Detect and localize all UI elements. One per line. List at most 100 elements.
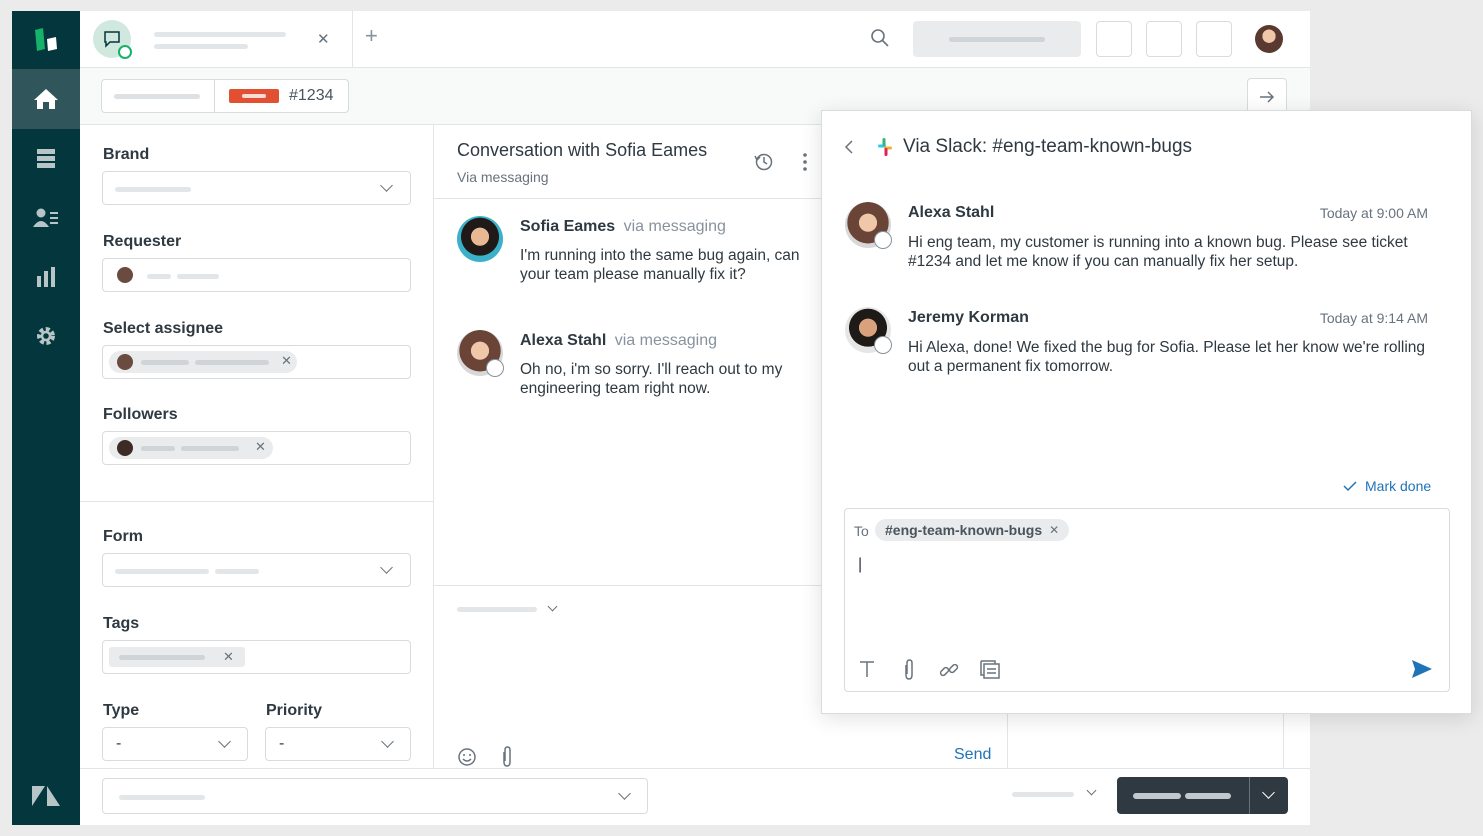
conversation-title: Conversation with Sofia Eames — [457, 140, 708, 160]
message-author: Alexa Stahl — [520, 332, 607, 349]
requester-label: Requester — [103, 233, 182, 250]
type-select[interactable]: - — [102, 727, 248, 761]
avatar[interactable] — [1255, 25, 1283, 53]
chevron-down-icon — [218, 735, 231, 748]
chevron-down-icon — [380, 561, 393, 574]
slack-icon — [874, 336, 892, 354]
close-tab-select[interactable] — [1012, 785, 1102, 801]
avatar — [117, 267, 133, 283]
message-text: I'm running into the same bug again, can… — [520, 247, 800, 283]
plus-icon[interactable]: + — [365, 25, 378, 47]
zendesk-logo-icon[interactable] — [12, 20, 80, 60]
reporting-icon[interactable] — [12, 257, 80, 297]
message-via: via messaging — [623, 218, 726, 235]
divider — [80, 501, 433, 502]
attachment-icon[interactable] — [902, 659, 916, 686]
tags-label: Tags — [103, 615, 140, 632]
mark-done-button[interactable]: Mark done — [1342, 476, 1431, 496]
ticket-id[interactable]: #1234 — [289, 87, 334, 105]
zendesk-z-icon[interactable] — [12, 776, 80, 816]
chevron-left-icon[interactable] — [844, 139, 854, 160]
brand-select[interactable] — [102, 171, 411, 205]
requester-field[interactable] — [102, 258, 411, 292]
notifications-button[interactable] — [1146, 21, 1182, 57]
agent-badge-icon — [486, 359, 504, 377]
message-author: Alexa Stahl — [908, 204, 995, 221]
chevron-down-icon[interactable] — [1262, 786, 1275, 799]
slack-icon — [875, 137, 895, 162]
panel-title: Via Slack: #eng-team-known-bugs — [903, 136, 1193, 157]
message-author: Jeremy Korman — [908, 309, 1029, 326]
tag-chip[interactable]: ✕ — [109, 647, 245, 667]
close-icon[interactable]: ✕ — [1049, 523, 1059, 537]
message-text: Oh no, i'm so sorry. I'll reach out to m… — [520, 361, 783, 397]
message-timestamp: Today at 9:00 AM — [1319, 205, 1428, 221]
nav-item-home[interactable] — [12, 69, 80, 129]
conversation-subtitle: Via messaging — [457, 169, 549, 185]
chevron-down-icon — [547, 601, 558, 612]
channel-selector[interactable] — [457, 601, 567, 618]
message-text: Hi Alexa, done! We fixed the bug for Sof… — [908, 339, 1426, 375]
message-item: Alexa Stahl via messaging Oh no, i'm so … — [520, 332, 810, 398]
checkmark-icon — [1343, 481, 1357, 492]
chevron-down-icon — [380, 179, 393, 192]
message-via: via messaging — [614, 332, 717, 349]
search-field[interactable] — [913, 21, 1081, 57]
more-vertical-icon[interactable] — [802, 152, 808, 177]
reply-composer[interactable]: To #eng-team-known-bugs ✕ | — [844, 508, 1450, 692]
ticket-properties: Brand Requester Select assignee ✕ Follow… — [80, 125, 434, 768]
priority-label: Priority — [266, 702, 323, 719]
ticket-tab[interactable]: ✕ — [80, 11, 353, 67]
to-label: To — [854, 523, 869, 539]
followers-field[interactable]: ✕ — [102, 431, 411, 465]
divider — [1283, 711, 1284, 768]
customers-icon[interactable] — [12, 198, 80, 238]
type-value: - — [116, 735, 122, 752]
message-author: Sofia Eames — [520, 218, 616, 235]
search-icon[interactable] — [870, 28, 890, 53]
priority-select[interactable]: - — [265, 727, 411, 761]
close-icon[interactable]: ✕ — [281, 354, 292, 367]
views-icon[interactable] — [12, 138, 80, 178]
assignee-field[interactable]: ✕ — [102, 345, 411, 379]
template-icon[interactable] — [980, 660, 1000, 685]
assignee-label: Select assignee — [103, 320, 224, 337]
tags-field[interactable]: ✕ — [102, 640, 411, 674]
submit-button[interactable] — [1117, 777, 1288, 814]
chevron-down-icon — [618, 787, 631, 800]
mark-done-label: Mark done — [1365, 478, 1432, 494]
macro-select[interactable] — [102, 778, 648, 814]
agent-badge-icon — [874, 231, 892, 249]
arrow-right-icon[interactable] — [1247, 78, 1287, 114]
chat-icon — [93, 20, 132, 59]
chevron-down-icon — [1086, 785, 1097, 796]
avatar — [117, 354, 133, 370]
history-icon[interactable] — [754, 152, 774, 177]
recipient-chip[interactable]: #eng-team-known-bugs ✕ — [875, 519, 1070, 541]
form-select[interactable] — [102, 553, 411, 587]
message-item: Sofia Eames via messaging I'm running in… — [520, 218, 810, 284]
close-icon[interactable]: ✕ — [223, 650, 234, 663]
status-badge — [229, 89, 279, 103]
followers-label: Followers — [103, 406, 178, 423]
top-bar: ✕ + — [80, 11, 1310, 68]
link-icon[interactable] — [939, 660, 959, 685]
send-arrow-icon[interactable] — [1411, 659, 1433, 684]
product-tray-button[interactable] — [1096, 21, 1132, 57]
priority-value: - — [279, 735, 285, 752]
admin-gear-icon[interactable] — [12, 316, 80, 356]
follower-chip[interactable]: ✕ — [109, 437, 273, 459]
help-button[interactable] — [1196, 21, 1232, 57]
send-button[interactable]: Send — [954, 746, 991, 764]
avatar — [457, 216, 503, 262]
assignee-chip[interactable]: ✕ — [109, 351, 297, 373]
breadcrumb-item[interactable] — [102, 80, 215, 112]
breadcrumb: #1234 — [101, 79, 349, 113]
divider — [1007, 711, 1008, 768]
close-icon[interactable]: ✕ — [255, 440, 266, 453]
close-icon[interactable]: ✕ — [317, 32, 330, 47]
text-format-icon[interactable] — [859, 660, 875, 683]
chevron-down-icon — [381, 735, 394, 748]
type-label: Type — [103, 702, 140, 719]
home-icon — [12, 79, 80, 119]
